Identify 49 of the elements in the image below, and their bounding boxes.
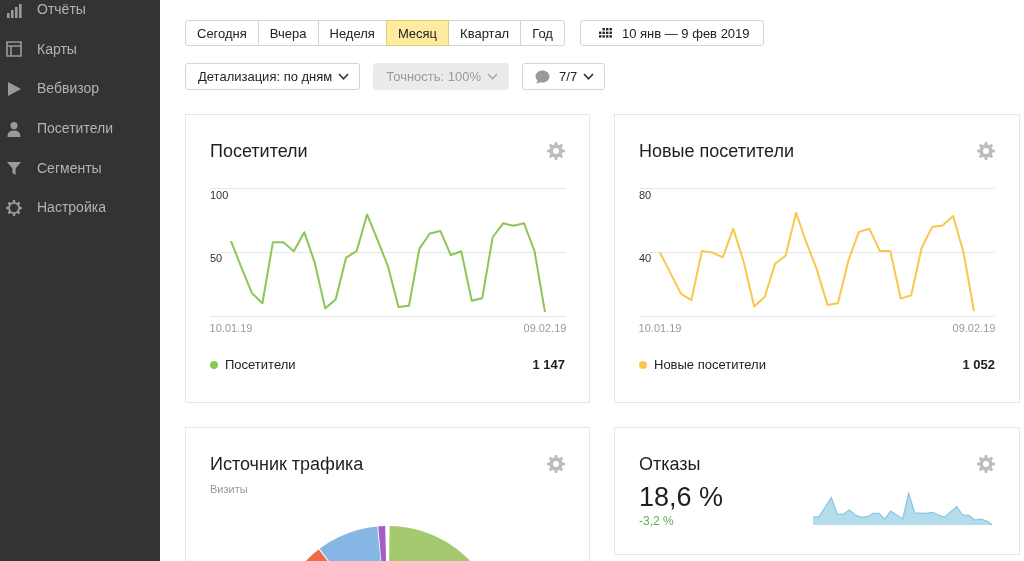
period-tab[interactable]: Квартал xyxy=(448,20,522,46)
settings-icon[interactable] xyxy=(547,142,565,160)
period-tab[interactable]: Вчера xyxy=(257,20,319,46)
settings-icon[interactable] xyxy=(977,454,995,473)
sidebar-item[interactable]: Настройка xyxy=(0,187,160,228)
settings-icon xyxy=(6,199,22,216)
sidebar-item[interactable]: Сегменты xyxy=(0,148,160,188)
x-tick-label: 09.02.19 xyxy=(523,321,567,334)
total-value: 1 147 xyxy=(532,355,565,374)
y-tick-label: 80 xyxy=(639,188,652,200)
sidebar-item[interactable]: Вебвизор xyxy=(0,69,160,109)
chevron-down-icon xyxy=(583,73,595,80)
period-tab[interactable]: Неделя xyxy=(317,20,387,46)
dropdown-button[interactable]: 7/7 xyxy=(522,63,606,90)
date-range-button[interactable]: 10 янв — 9 фев 2019 xyxy=(579,20,764,46)
settings-icon[interactable] xyxy=(977,142,995,160)
chevron-down-icon xyxy=(487,73,499,80)
dropdown-button[interactable]: Детализация: по дням xyxy=(185,63,361,90)
x-tick-label: 09.02.19 xyxy=(952,321,996,334)
filter-icon xyxy=(6,160,22,177)
period-tab[interactable]: Год xyxy=(520,20,565,46)
x-tick-label: 10.01.19 xyxy=(209,321,253,334)
total-value: 1 052 xyxy=(962,355,995,374)
legend-label: Новые посетители xyxy=(654,355,766,374)
period-tab[interactable]: Сегодня xyxy=(185,20,259,46)
y-tick-label: 40 xyxy=(639,251,652,264)
sidebar-item[interactable]: Отчёты xyxy=(0,0,160,30)
widget-title: Отказы xyxy=(639,452,701,476)
person-icon xyxy=(6,120,22,137)
calendar-icon xyxy=(598,28,612,38)
play-icon xyxy=(6,81,22,97)
y-tick-label: 100 xyxy=(210,188,229,200)
settings-icon[interactable] xyxy=(547,454,565,473)
widget-title: Источник трафика xyxy=(210,452,364,476)
x-tick-label: 10.01.19 xyxy=(638,321,682,334)
chevron-down-icon xyxy=(338,73,350,80)
sidebar-item[interactable]: Карты xyxy=(0,29,160,70)
metric-value: 18,6 % xyxy=(639,481,724,512)
layout-icon xyxy=(6,41,22,58)
sidebar-item[interactable]: Посетители xyxy=(0,108,160,149)
y-tick-label: 50 xyxy=(210,251,223,264)
comment-icon xyxy=(535,69,551,84)
chart-subtitle: Визиты xyxy=(210,481,249,497)
period-tab[interactable]: Месяц xyxy=(385,20,450,46)
bar-chart-icon xyxy=(6,1,22,18)
widget-title: Новые посетители xyxy=(639,140,794,163)
widget-title: Посетители xyxy=(210,140,308,163)
legend-label: Посетители xyxy=(225,355,296,374)
metric-change: -3,2 % xyxy=(639,513,675,528)
